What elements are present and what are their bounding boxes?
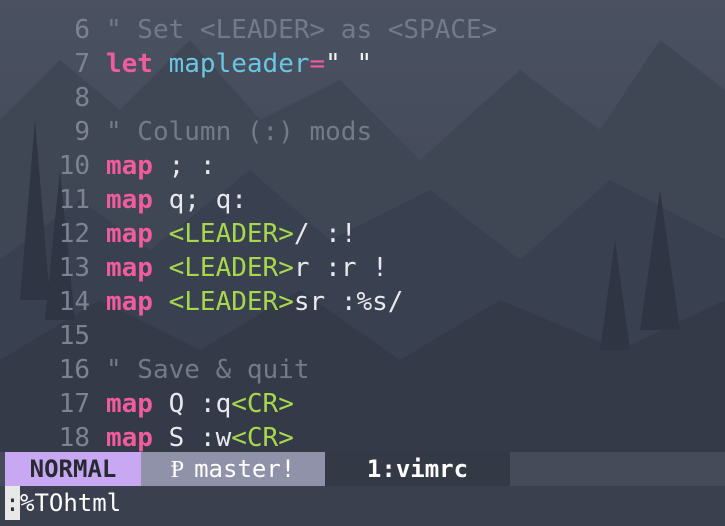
keyword-text: map (106, 219, 153, 249)
keyword-text: map (106, 151, 153, 181)
keyword-text: let (106, 49, 153, 79)
mapping-text: / :! (293, 219, 357, 249)
key-notation: <LEADER> (168, 287, 294, 317)
mapping-text: S :w (152, 423, 232, 453)
text-cursor: : (5, 486, 20, 520)
line-number: 12 (58, 219, 90, 249)
comment-text: " Column (:) mods (106, 117, 373, 147)
line-number: 15 (58, 321, 90, 351)
code-buffer[interactable]: 6 " Set <LEADER> as <SPACE> 7 let mapleader… (0, 13, 725, 455)
line-number: 11 (58, 185, 90, 215)
code-line[interactable]: 17 map Q :q<CR> (0, 387, 725, 421)
vim-editor-window: 6 " Set <LEADER> as <SPACE> 7 let mapleader… (0, 0, 725, 526)
code-line[interactable]: 18 map S :w<CR> (0, 421, 725, 455)
key-notation: <CR> (231, 389, 294, 419)
git-branch-icon: Ᵽ (170, 455, 185, 483)
status-line: NORMAL Ᵽmaster! 1:vimrc (0, 452, 725, 486)
line-number: 10 (58, 151, 90, 181)
buffer-tab[interactable]: 1:vimrc (325, 452, 510, 486)
keyword-text: map (106, 389, 153, 419)
line-number: 16 (58, 355, 90, 385)
mode-indicator: NORMAL (5, 452, 141, 486)
command-text[interactable]: %TOhtml (20, 489, 121, 517)
code-line[interactable]: 8 (0, 81, 725, 115)
command-line[interactable]: :%TOhtml (0, 486, 725, 526)
git-branch-section: Ᵽmaster! (141, 452, 325, 486)
keyword-text: map (106, 185, 153, 215)
line-number: 7 (74, 49, 90, 79)
branch-name: master! (194, 455, 296, 483)
keyword-text: map (106, 253, 153, 283)
key-notation: <LEADER> (168, 253, 294, 283)
mapping-text: sr :%s/ (293, 287, 404, 317)
comment-text: " Save & quit (106, 355, 310, 385)
keyword-text: map (106, 287, 153, 317)
line-number: 17 (58, 389, 90, 419)
mapping-text: r :r ! (293, 253, 388, 283)
code-line[interactable]: 9 " Column (:) mods (0, 115, 725, 149)
key-notation: <CR> (231, 423, 294, 453)
operator-text: = (309, 49, 326, 79)
code-line[interactable]: 13 map <LEADER>r :r ! (0, 251, 725, 285)
mapping-text: ; : (152, 151, 216, 181)
line-number: 8 (74, 83, 90, 113)
string-text: " " (325, 49, 373, 79)
key-notation: <LEADER> (168, 219, 294, 249)
line-number: 13 (58, 253, 90, 283)
code-line[interactable]: 14 map <LEADER>sr :%s/ (0, 285, 725, 319)
mapping-text: Q :q (152, 389, 232, 419)
comment-text: " Set <LEADER> as <SPACE> (106, 15, 498, 45)
code-line[interactable]: 15 (0, 319, 725, 353)
code-line[interactable]: 12 map <LEADER>/ :! (0, 217, 725, 251)
line-number: 6 (74, 15, 90, 45)
mapping-text: q; q: (152, 185, 247, 215)
line-number: 14 (58, 287, 90, 317)
code-line[interactable]: 16 " Save & quit (0, 353, 725, 387)
code-line[interactable]: 7 let mapleader=" " (0, 47, 725, 81)
keyword-text: map (106, 423, 153, 453)
line-number: 18 (58, 423, 90, 453)
code-line[interactable]: 11 map q; q: (0, 183, 725, 217)
code-line[interactable]: 6 " Set <LEADER> as <SPACE> (0, 13, 725, 47)
line-number: 9 (74, 117, 90, 147)
identifier-text: mapleader (168, 49, 310, 79)
code-line[interactable]: 10 map ; : (0, 149, 725, 183)
